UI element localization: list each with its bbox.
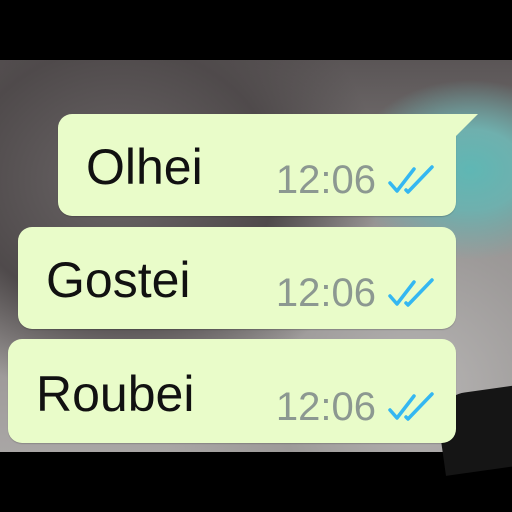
double-check-read-icon bbox=[388, 392, 434, 421]
message-time: 12:06 bbox=[275, 158, 376, 202]
message-text: Gostei bbox=[46, 252, 191, 308]
message-meta: 12:06 bbox=[276, 160, 438, 200]
message-text: Olhei bbox=[86, 139, 203, 195]
double-check-read-icon bbox=[388, 278, 434, 307]
message-time: 12:06 bbox=[275, 271, 376, 315]
message-meta: 12:06 bbox=[276, 387, 438, 427]
message-time: 12:06 bbox=[275, 385, 376, 429]
message-bubble[interactable]: Roubei 12:06 bbox=[8, 339, 456, 443]
message-bubble[interactable]: Olhei 12:06 bbox=[58, 114, 478, 216]
message-bubble[interactable]: Gostei 12:06 bbox=[18, 227, 456, 329]
message-text: Roubei bbox=[36, 366, 195, 422]
double-check-read-icon bbox=[388, 165, 434, 194]
message-meta: 12:06 bbox=[276, 273, 438, 313]
bubble-tail bbox=[456, 114, 478, 136]
